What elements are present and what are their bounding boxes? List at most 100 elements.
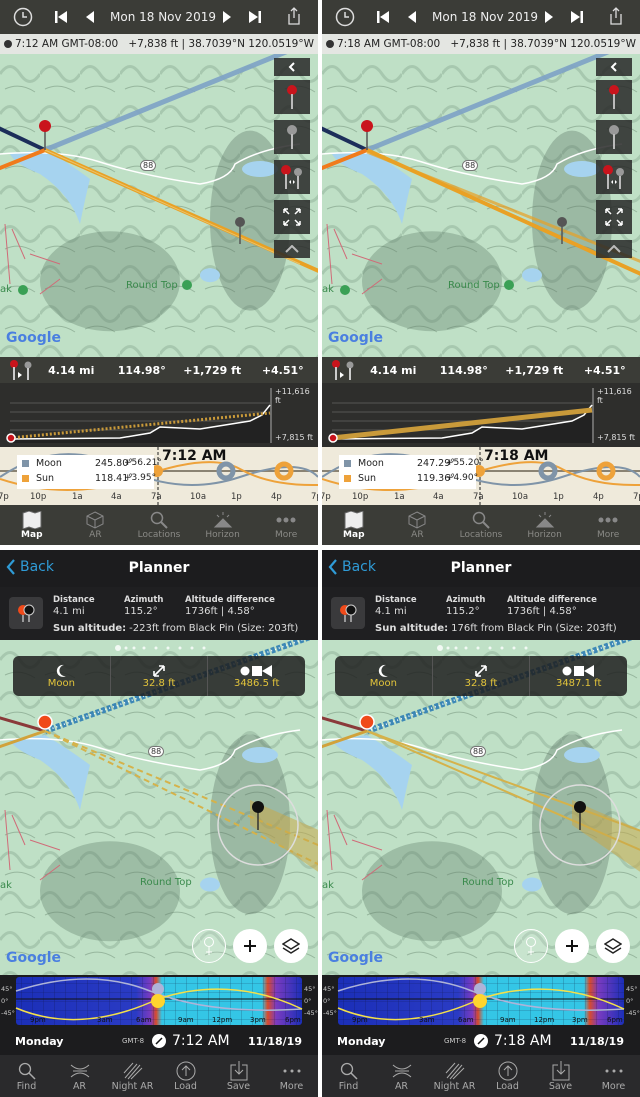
sun-altitude-value: -223ft from Black Pin (Size: 203ft) <box>129 623 299 634</box>
clock-icon[interactable] <box>13 7 33 27</box>
tab-label: More <box>597 530 620 540</box>
tool-more[interactable]: More <box>587 1055 640 1097</box>
tool-find[interactable]: Find <box>322 1055 375 1097</box>
collapse-panel-button[interactable] <box>274 58 310 76</box>
tab-map[interactable]: Map <box>322 505 386 545</box>
tool-find[interactable]: Find <box>0 1055 53 1097</box>
time-tick: 1p <box>231 492 242 502</box>
current-time[interactable]: 7:12 AM <box>172 1033 230 1049</box>
peak-label-round-top: Round Top <box>126 280 178 291</box>
fit-view-button[interactable] <box>274 200 310 234</box>
subject-distance-button[interactable]: 3486.5 ft <box>208 656 305 696</box>
gray-pin-button[interactable] <box>274 120 310 154</box>
planner-toolbar: Find AR Night AR Load Save More <box>322 1055 640 1097</box>
map-view[interactable]: 88 Round Top ak Google <box>322 54 640 357</box>
sun-moon-timeline[interactable]: 7:18 AM Moon 247.29° +55.20° Sun 119.36° +4.90… <box>322 447 640 505</box>
expand-up-button[interactable] <box>596 240 632 258</box>
layers-button[interactable] <box>596 929 630 963</box>
subject-distance: 3486.5 ft <box>233 677 280 689</box>
pins-button[interactable] <box>331 597 365 629</box>
tool-ar[interactable]: AR <box>53 1055 106 1097</box>
origin-pin-icon <box>6 433 16 443</box>
step-back-icon[interactable] <box>85 11 95 23</box>
step-back-icon[interactable] <box>407 11 417 23</box>
planner-info-panel: Distance 4.1 mi Azimuth 115.2° Altitude diff… <box>0 587 318 640</box>
day-label: Monday <box>337 1034 386 1048</box>
map-view[interactable]: 88 Round Top ak Google Moon 32.8 ft 3486.5 ft <box>0 640 318 975</box>
skip-forward-icon[interactable] <box>248 10 262 24</box>
pins-icon[interactable] <box>6 359 36 381</box>
map-view[interactable]: 88 Round Top ak Google Moon 32.8 ft 3487.1 ft <box>322 640 640 975</box>
pins-button[interactable] <box>9 597 43 629</box>
current-time[interactable]: 7:18 AM <box>494 1033 552 1049</box>
peak-label-round-top: Round Top <box>448 280 500 291</box>
tab-label: More <box>275 530 298 540</box>
tab-horizon[interactable]: Horizon <box>513 505 577 545</box>
moon-mode-button[interactable]: Moon <box>335 656 433 696</box>
skip-forward-icon[interactable] <box>570 10 584 24</box>
tab-map[interactable]: Map <box>0 505 64 545</box>
map-view[interactable]: 88 Round Top ak Google <box>0 54 318 357</box>
tool-night-ar[interactable]: Night AR <box>428 1055 481 1097</box>
pins-icon[interactable] <box>328 359 358 381</box>
tab-more[interactable]: More <box>254 505 318 545</box>
tab-locations[interactable]: Locations <box>127 505 191 545</box>
sun-position-icon <box>473 994 487 1008</box>
tool-ar[interactable]: AR <box>375 1055 428 1097</box>
gray-pin-icon <box>235 217 245 227</box>
skip-back-icon[interactable] <box>376 10 390 24</box>
clock-icon[interactable] <box>335 7 355 27</box>
moon-mode-button[interactable]: Moon <box>13 656 111 696</box>
expand-up-button[interactable] <box>274 240 310 258</box>
time-dial-icon[interactable] <box>152 1034 166 1048</box>
peak-marker-icon <box>504 280 514 290</box>
share-icon[interactable] <box>287 7 301 25</box>
skip-back-icon[interactable] <box>54 10 68 24</box>
value-azimuth: 115.2° <box>446 606 480 617</box>
gray-pin-button[interactable] <box>596 120 632 154</box>
red-pin-button[interactable] <box>274 80 310 114</box>
subject-distance-button[interactable]: 3487.1 ft <box>530 656 627 696</box>
tool-save[interactable]: Save <box>534 1055 587 1097</box>
sun-moon-path-chart[interactable]: 9pm 3am 6am 9am 12pm 3pm 6pm 45° 45° 0° 0° -45° -45° <box>0 975 318 1027</box>
stat-azimuth: 114.98° <box>439 363 488 377</box>
add-button[interactable] <box>233 929 267 963</box>
subject-camera-icon <box>240 664 274 678</box>
step-forward-icon[interactable] <box>544 11 554 23</box>
red-pin-button[interactable] <box>596 80 632 114</box>
swap-pins-button[interactable] <box>274 160 310 194</box>
tool-more[interactable]: More <box>265 1055 318 1097</box>
back-button[interactable]: Back <box>6 559 54 575</box>
tool-label: AR <box>72 1080 87 1092</box>
tool-save[interactable]: Save <box>212 1055 265 1097</box>
share-icon[interactable] <box>609 7 623 25</box>
tool-load[interactable]: Load <box>159 1055 212 1097</box>
time-tick: 4p <box>271 492 282 502</box>
moon-label: Moon <box>358 458 384 469</box>
tool-night-ar[interactable]: Night AR <box>106 1055 159 1097</box>
tab-more[interactable]: More <box>576 505 640 545</box>
tab-ar[interactable]: AR <box>386 505 450 545</box>
tab-horizon[interactable]: Horizon <box>191 505 255 545</box>
step-forward-icon[interactable] <box>222 11 232 23</box>
lens-size-button[interactable]: 32.8 ft <box>433 656 531 696</box>
tool-load[interactable]: Load <box>481 1055 534 1097</box>
pin-placement-button[interactable] <box>192 929 226 963</box>
search-icon <box>472 510 490 530</box>
collapse-panel-button[interactable] <box>596 58 632 76</box>
add-button[interactable] <box>555 929 589 963</box>
sun-moon-timeline[interactable]: 7:12 AM Moon 245.80° +56.21° Sun 118.41° +3.95… <box>0 447 318 505</box>
time-dial-icon[interactable] <box>474 1034 488 1048</box>
lens-size-button[interactable]: 32.8 ft <box>111 656 209 696</box>
tab-ar[interactable]: AR <box>64 505 128 545</box>
tab-locations[interactable]: Locations <box>449 505 513 545</box>
google-attribution: Google <box>6 330 62 346</box>
pin-placement-button[interactable] <box>514 929 548 963</box>
fit-view-button[interactable] <box>596 200 632 234</box>
layers-button[interactable] <box>274 929 308 963</box>
horizon-icon <box>213 510 233 530</box>
swap-pins-button[interactable] <box>596 160 632 194</box>
elevation-max: +11,616 ft <box>597 387 632 405</box>
sun-moon-path-chart[interactable]: 9pm 3am 6am 9am 12pm 3pm 6pm 45° 45° 0° 0° -45° -45° <box>322 975 640 1027</box>
back-button[interactable]: Back <box>328 559 376 575</box>
